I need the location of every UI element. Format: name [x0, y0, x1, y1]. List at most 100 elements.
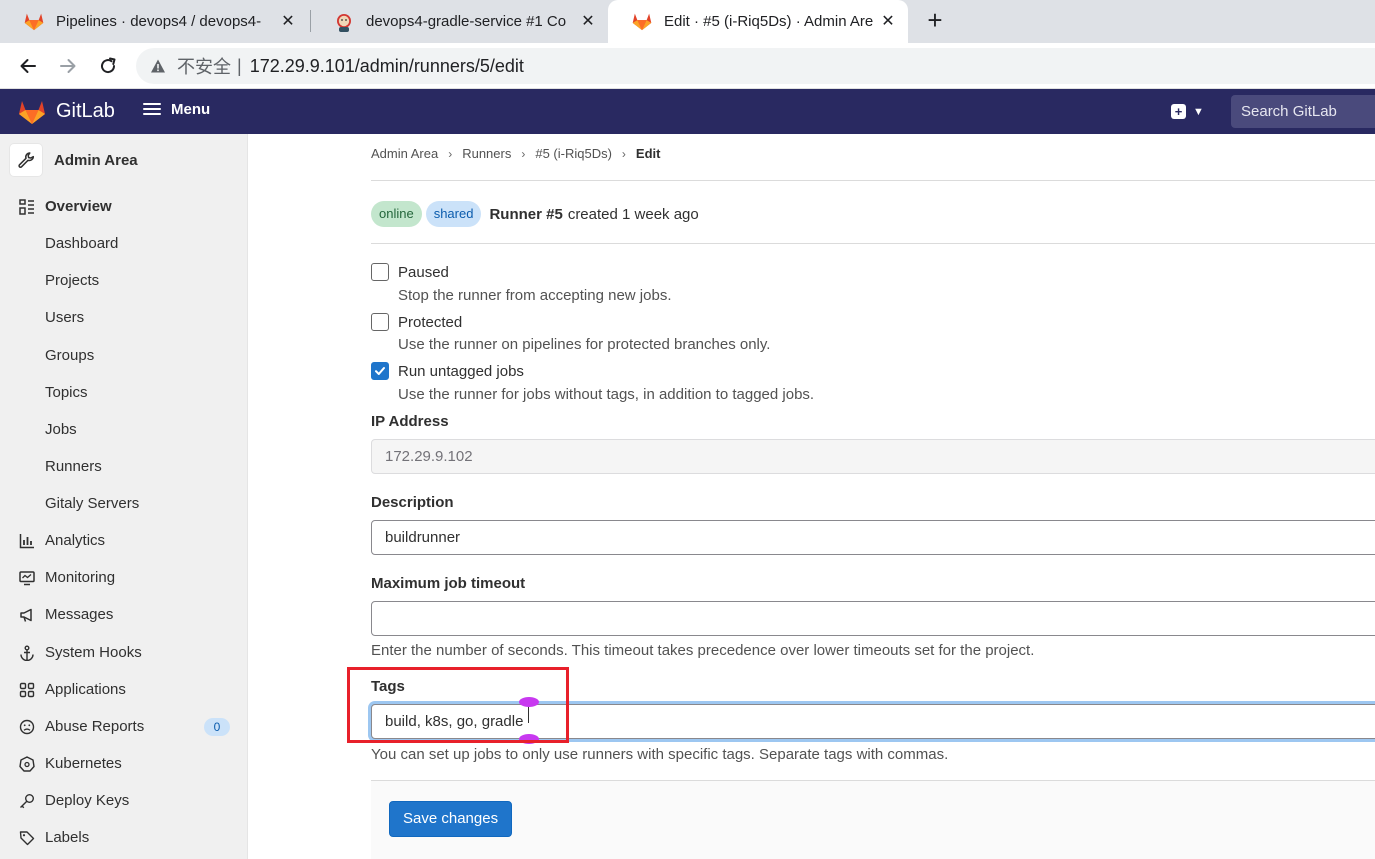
menu-label: Menu: [171, 100, 211, 118]
sidebar-item-applications[interactable]: Applications: [0, 671, 248, 708]
sidebar-item-label: Analytics: [45, 532, 106, 549]
sidebar-item-label: Jobs: [45, 421, 77, 438]
paused-checkbox[interactable]: [371, 263, 389, 281]
highlight-annotation-box: [347, 667, 569, 743]
gitlab-icon: [24, 12, 44, 32]
sidebar-item-label: Applications: [45, 681, 126, 698]
kubernetes-icon: [18, 755, 36, 773]
sidebar-item-label: Gitaly Servers: [45, 495, 140, 512]
breadcrumb-current: Edit: [635, 146, 661, 161]
sidebar-item-abuse-reports[interactable]: Abuse Reports 0: [0, 708, 248, 745]
address-bar[interactable]: 不安全 | 172.29.9.101/admin/runners/5/edit: [136, 48, 1375, 84]
chevron-right-icon: ›: [621, 146, 626, 161]
run-untagged-help: Use the runner for jobs without tags, in…: [398, 386, 815, 403]
browser-tab-pipelines[interactable]: Pipelines · devops4 / devops4- ✕: [0, 0, 308, 43]
save-changes-button[interactable]: Save changes: [389, 801, 513, 837]
sidebar-item-messages[interactable]: Messages: [0, 596, 248, 633]
grid-icon: [18, 681, 36, 699]
close-tab-icon[interactable]: ✕: [578, 11, 598, 31]
back-button[interactable]: [13, 51, 43, 81]
warning-icon: [151, 59, 165, 73]
browser-tab-edit-runner[interactable]: Edit · #5 (i-Riq5Ds) · Admin Are ✕: [608, 0, 908, 43]
protected-help: Use the runner on pipelines for protecte…: [398, 336, 771, 353]
sad-face-icon: [18, 718, 36, 736]
chart-icon: [18, 532, 36, 550]
address-separator: |: [237, 55, 242, 76]
sidebar-item-projects[interactable]: Projects: [0, 262, 248, 299]
menu-button[interactable]: Menu: [143, 100, 210, 118]
sidebar-item-label: Topics: [45, 384, 88, 401]
paused-help: Stop the runner from accepting new jobs.: [398, 287, 672, 304]
sidebar-item-topics[interactable]: Topics: [0, 374, 248, 411]
chevron-down-icon: ▼: [1193, 105, 1204, 118]
overview-icon: [18, 198, 36, 216]
sidebar-title: Admin Area: [54, 151, 138, 169]
sidebar-item-jobs[interactable]: Jobs: [0, 411, 248, 448]
sidebar-item-gitaly-servers[interactable]: Gitaly Servers: [0, 485, 248, 522]
wrench-icon: [10, 144, 42, 176]
sidebar-header[interactable]: Admin Area: [10, 144, 138, 176]
main-content: Admin Area › Runners › #5 (i-Riq5Ds) › E…: [249, 134, 1375, 859]
protected-checkbox[interactable]: [371, 313, 389, 331]
sidebar-item-label: Monitoring: [45, 569, 116, 586]
timeout-field[interactable]: [371, 601, 1375, 636]
sidebar-item-monitoring[interactable]: Monitoring: [0, 559, 248, 596]
sidebar-item-analytics[interactable]: Analytics: [0, 522, 248, 559]
breadcrumb-runners[interactable]: Runners: [462, 146, 511, 161]
new-dropdown-button[interactable]: + ▼: [1171, 104, 1204, 119]
megaphone-icon: [18, 606, 36, 624]
key-icon: [18, 792, 36, 810]
ip-address-field: 172.29.9.102: [371, 439, 1375, 474]
close-tab-icon[interactable]: ✕: [878, 11, 898, 31]
sidebar-item-system-hooks[interactable]: System Hooks: [0, 634, 248, 671]
sidebar-item-label: Overview: [45, 198, 112, 215]
sidebar-item-label: Dashboard: [45, 235, 119, 252]
runner-name: Runner #5: [489, 205, 563, 223]
sidebar-item-label: Deploy Keys: [45, 792, 130, 809]
breadcrumb: Admin Area › Runners › #5 (i-Riq5Ds) › E…: [371, 146, 660, 161]
breadcrumb-admin-area[interactable]: Admin Area: [371, 146, 438, 161]
close-tab-icon[interactable]: ✕: [278, 11, 298, 31]
sidebar-item-dashboard[interactable]: Dashboard: [0, 225, 248, 262]
browser-tab-jenkins[interactable]: devops4-gradle-service #1 Co ✕: [310, 0, 608, 43]
gitlab-logo-icon[interactable]: [18, 99, 46, 125]
url-text: 172.29.9.101/admin/runners/5/edit: [249, 55, 524, 76]
description-field[interactable]: buildrunner: [371, 520, 1375, 555]
sidebar-item-label: Runners: [45, 458, 102, 475]
reload-button[interactable]: [93, 51, 123, 81]
timeout-help: Enter the number of seconds. This timeou…: [371, 642, 1035, 659]
ip-address-label: IP Address: [371, 413, 449, 430]
count-badge: 0: [204, 717, 230, 736]
anchor-icon: [18, 644, 36, 662]
sidebar-item-labels[interactable]: Labels: [0, 819, 248, 856]
gitlab-brand-name[interactable]: GitLab: [56, 100, 115, 123]
sidebar-item-label: Projects: [45, 272, 100, 289]
tab-title: Edit · #5 (i-Riq5Ds) · Admin Are: [664, 13, 874, 30]
chevron-right-icon: ›: [448, 146, 453, 161]
browser-tab-strip: Pipelines · devops4 / devops4- ✕ devops4…: [0, 0, 1375, 43]
sidebar-item-label: Groups: [45, 347, 95, 364]
sidebar-item-kubernetes[interactable]: Kubernetes: [0, 745, 248, 782]
search-input[interactable]: Search GitLab: [1231, 95, 1375, 128]
browser-toolbar: 不安全 | 172.29.9.101/admin/runners/5/edit: [0, 43, 1375, 89]
sidebar-item-groups[interactable]: Groups: [0, 337, 248, 374]
label-icon: [18, 829, 36, 847]
sidebar-item-deploy-keys[interactable]: Deploy Keys: [0, 782, 248, 819]
sidebar-item-label: System Hooks: [45, 644, 142, 661]
protected-label: Protected: [398, 314, 463, 331]
sidebar-item-runners[interactable]: Runners: [0, 448, 248, 485]
new-tab-button[interactable]: +: [922, 7, 948, 34]
security-label: 不安全: [177, 57, 231, 77]
breadcrumb-runner[interactable]: #5 (i-Riq5Ds): [535, 146, 612, 161]
sidebar-item-users[interactable]: Users: [0, 299, 248, 336]
checkmark-icon: [375, 367, 385, 375]
forward-button[interactable]: [53, 51, 83, 81]
back-arrow-icon: [20, 59, 36, 73]
paused-label: Paused: [398, 264, 449, 281]
monitor-icon: [18, 569, 36, 587]
sidebar-item-overview[interactable]: Overview: [0, 188, 248, 225]
run-untagged-checkbox[interactable]: [371, 362, 389, 380]
plus-square-icon: +: [1171, 104, 1186, 119]
jenkins-icon: [334, 12, 354, 32]
form-actions: Save changes: [371, 780, 1375, 859]
